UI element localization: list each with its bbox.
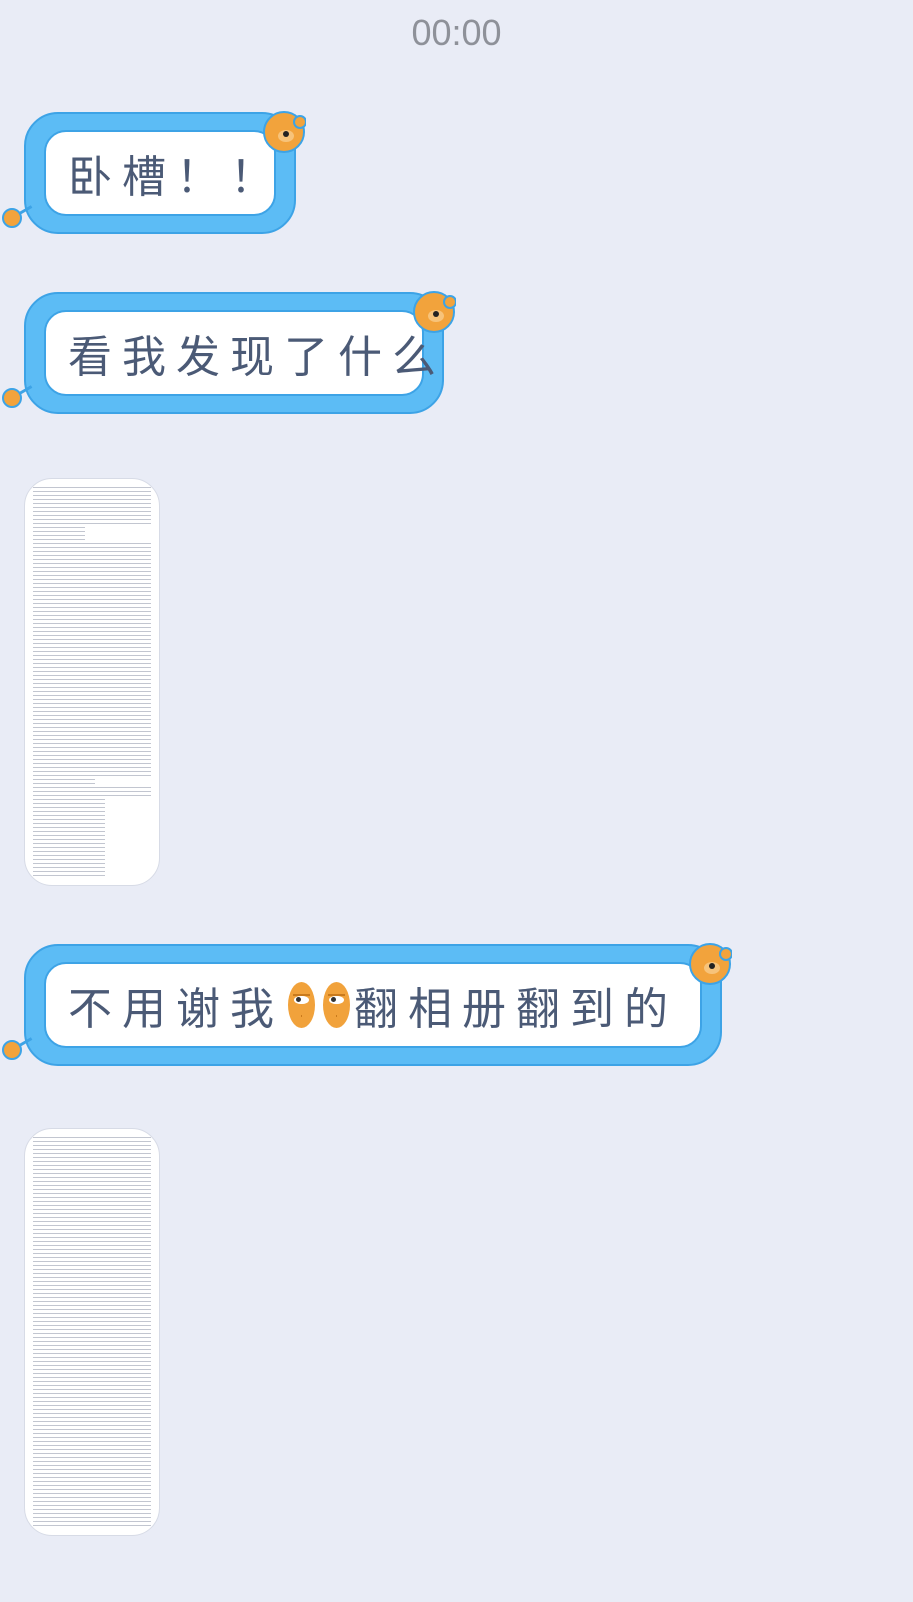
message-image[interactable]: [24, 1128, 160, 1536]
bear-decoration-icon: [413, 291, 456, 333]
smirk-emoji-icon: [323, 982, 350, 1028]
message-image[interactable]: [24, 478, 160, 886]
chat-bubble[interactable]: 不用谢我 翻相册翻到的: [24, 944, 722, 1066]
message-text-part-1: 不用谢我: [68, 984, 284, 1035]
bubble-tail-dot: [2, 388, 22, 408]
chat-bubble[interactable]: 卧槽！！: [24, 112, 296, 234]
bubble-tail-dot: [2, 208, 22, 228]
message-text-part-2: 翻相册翻到的: [354, 984, 678, 1035]
bear-decoration-icon: [689, 943, 732, 985]
message-text: 看我发现了什么: [44, 310, 436, 396]
smirk-emoji-icon: [288, 982, 315, 1028]
image-text-lines: [33, 1137, 151, 1527]
message-text: 不用谢我 翻相册翻到的: [44, 962, 702, 1048]
bubble-tail-dot: [2, 1040, 22, 1060]
bear-decoration-icon: [263, 111, 306, 153]
chat-bubble[interactable]: 看我发现了什么: [24, 292, 444, 414]
status-time: 00:00: [411, 12, 502, 53]
message-text: 卧槽！！: [44, 130, 276, 216]
